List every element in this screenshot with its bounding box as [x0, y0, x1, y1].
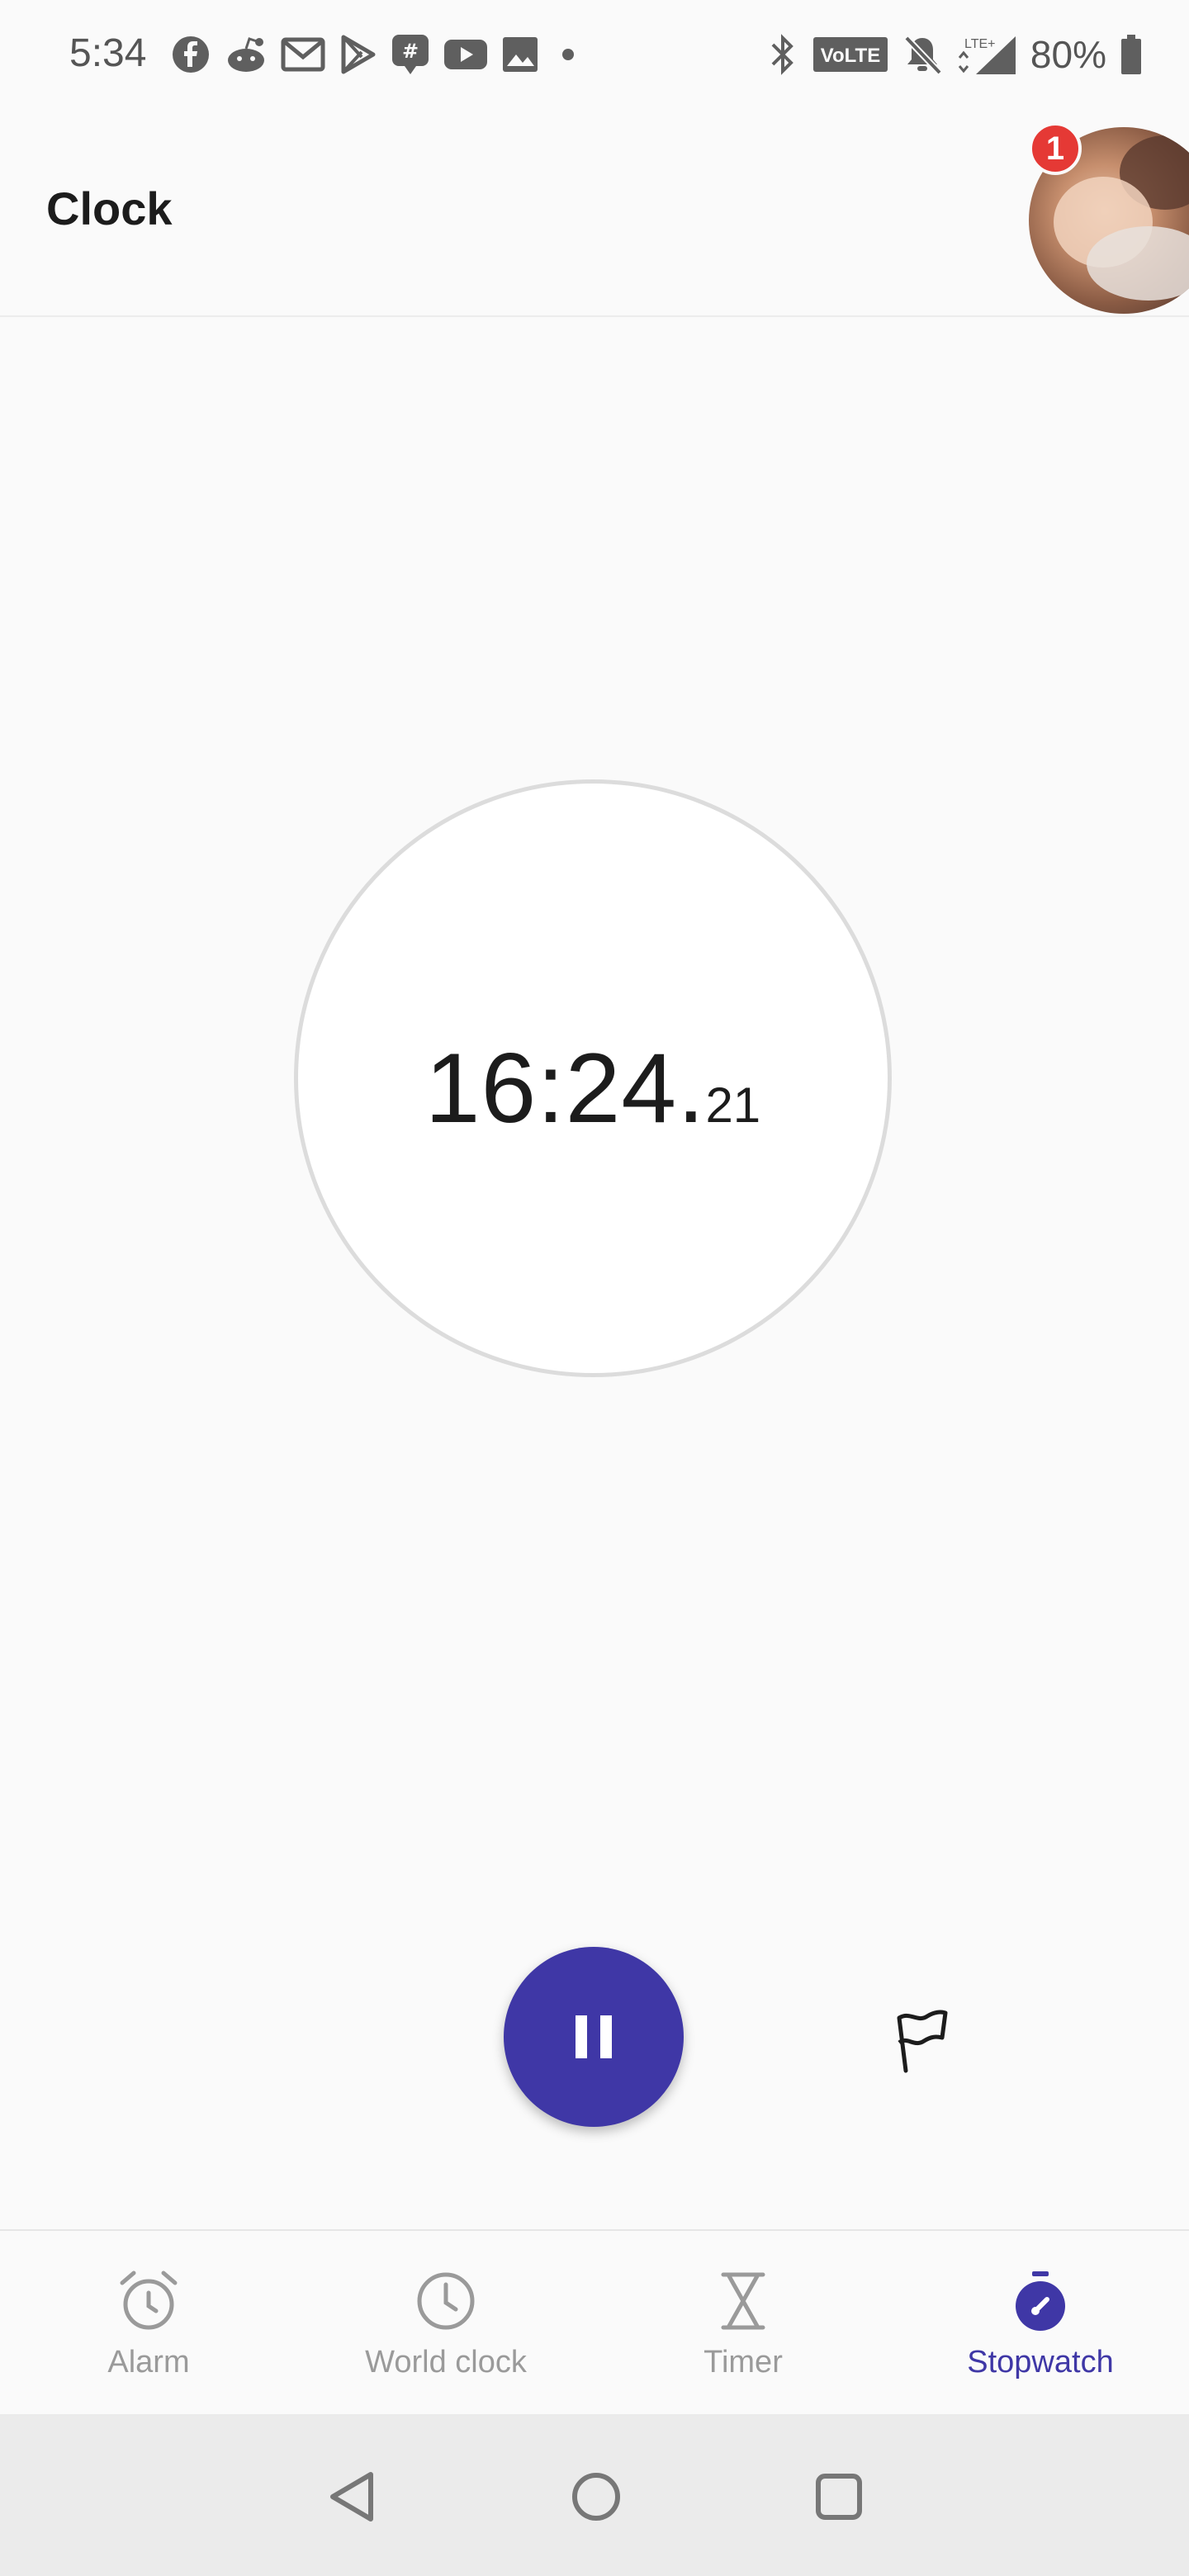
system-icons: VoLTE LTE+ 80% — [766, 30, 1143, 79]
page-title: Clock — [46, 182, 173, 234]
recents-button[interactable] — [806, 2464, 872, 2530]
stopwatch-time: 16:24.21 — [298, 1031, 888, 1145]
pause-button[interactable] — [504, 1947, 684, 2127]
tab-stopwatch-label: Stopwatch — [967, 2345, 1114, 2379]
svg-text:LTE+: LTE+ — [964, 37, 996, 51]
bluetooth-icon — [771, 34, 793, 75]
bell-off-icon — [904, 36, 942, 75]
svg-text:VoLTE: VoLTE — [821, 45, 880, 67]
play-store-icon — [341, 35, 376, 74]
back-icon — [330, 2472, 373, 2522]
world-clock-icon — [417, 2272, 475, 2330]
gmail-icon — [281, 37, 325, 72]
home-icon — [572, 2473, 620, 2521]
photos-icon — [503, 37, 538, 72]
stopwatch-time-centiseconds: 21 — [705, 1077, 761, 1133]
youtube-icon — [444, 40, 487, 69]
svg-text:#: # — [402, 40, 419, 63]
stopwatch-time-main: 16:24. — [424, 1033, 706, 1144]
status-bar: 5:34 # VoLTE LTE+ 80% — [0, 0, 1189, 107]
tab-world-clock-label: World clock — [365, 2345, 527, 2379]
dot-icon — [562, 49, 574, 60]
lap-button[interactable] — [882, 1998, 964, 2081]
app-bar: Clock 1 — [0, 107, 1189, 317]
battery-percent: 80% — [1030, 33, 1106, 76]
notification-icons: # — [170, 30, 585, 79]
tab-stopwatch[interactable]: Stopwatch — [892, 2264, 1189, 2380]
hourglass-icon — [721, 2272, 765, 2330]
groupme-icon: # — [392, 35, 429, 74]
recents-icon — [816, 2474, 862, 2520]
tab-timer[interactable]: Timer — [594, 2264, 892, 2380]
notification-badge: 1 — [1029, 122, 1082, 175]
pause-icon — [576, 2015, 612, 2058]
stopwatch-dial: 16:24.21 — [294, 779, 892, 1377]
lte-signal-icon: LTE+ — [958, 36, 1016, 74]
reddit-icon — [228, 37, 264, 72]
stopwatch-icon — [1016, 2271, 1065, 2331]
tab-world-clock[interactable]: World clock — [297, 2264, 594, 2380]
back-button[interactable] — [320, 2464, 386, 2530]
bottom-nav: Alarm World clock Timer Stopwatch — [0, 2229, 1189, 2416]
battery-icon — [1121, 35, 1141, 74]
tab-timer-label: Timer — [703, 2345, 783, 2379]
flag-icon — [897, 2010, 948, 2073]
volte-icon: VoLTE — [812, 37, 888, 72]
status-time: 5:34 — [69, 31, 147, 75]
home-button[interactable] — [563, 2464, 629, 2530]
tab-alarm-label: Alarm — [107, 2345, 190, 2379]
tab-alarm[interactable]: Alarm — [0, 2264, 297, 2380]
alarm-icon — [120, 2271, 178, 2330]
system-nav-bar — [0, 2414, 1189, 2576]
facebook-icon — [173, 36, 209, 73]
